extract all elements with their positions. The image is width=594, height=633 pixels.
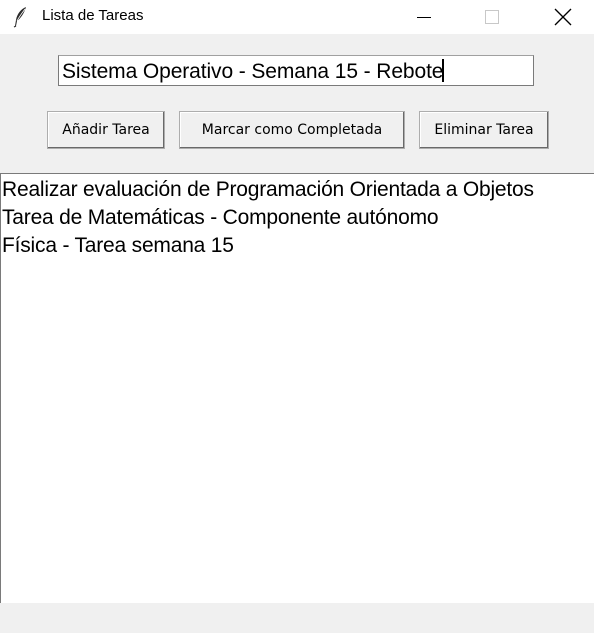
task-list: Realizar evaluación de Programación Orie… (1, 174, 594, 260)
task-entry-text: Sistema Operativo - Semana 15 - Rebote (62, 60, 444, 83)
task-entry[interactable]: Sistema Operativo - Semana 15 - Rebote (58, 55, 534, 86)
close-button[interactable] (540, 0, 586, 34)
close-icon (554, 8, 572, 26)
app-window: Lista de Tareas Sistema Operativo - Sema… (0, 0, 594, 633)
maximize-button[interactable] (469, 0, 515, 34)
feather-icon (12, 6, 28, 28)
task-listbox[interactable]: Realizar evaluación de Programación Orie… (0, 173, 594, 603)
delete-task-button[interactable]: Eliminar Tarea (419, 111, 549, 149)
add-task-button[interactable]: Añadir Tarea (47, 111, 165, 149)
text-cursor (442, 59, 445, 82)
window-title: Lista de Tareas (42, 7, 144, 24)
list-item[interactable]: Tarea de Matemáticas - Componente autóno… (1, 204, 594, 232)
title-bar[interactable]: Lista de Tareas (0, 0, 594, 34)
minimize-icon (417, 17, 431, 18)
mark-complete-button[interactable]: Marcar como Completada (179, 111, 405, 149)
maximize-icon (485, 10, 499, 24)
minimize-button[interactable] (401, 0, 447, 34)
list-item[interactable]: Realizar evaluación de Programación Orie… (1, 176, 594, 204)
list-item[interactable]: Física - Tarea semana 15 (1, 232, 594, 260)
